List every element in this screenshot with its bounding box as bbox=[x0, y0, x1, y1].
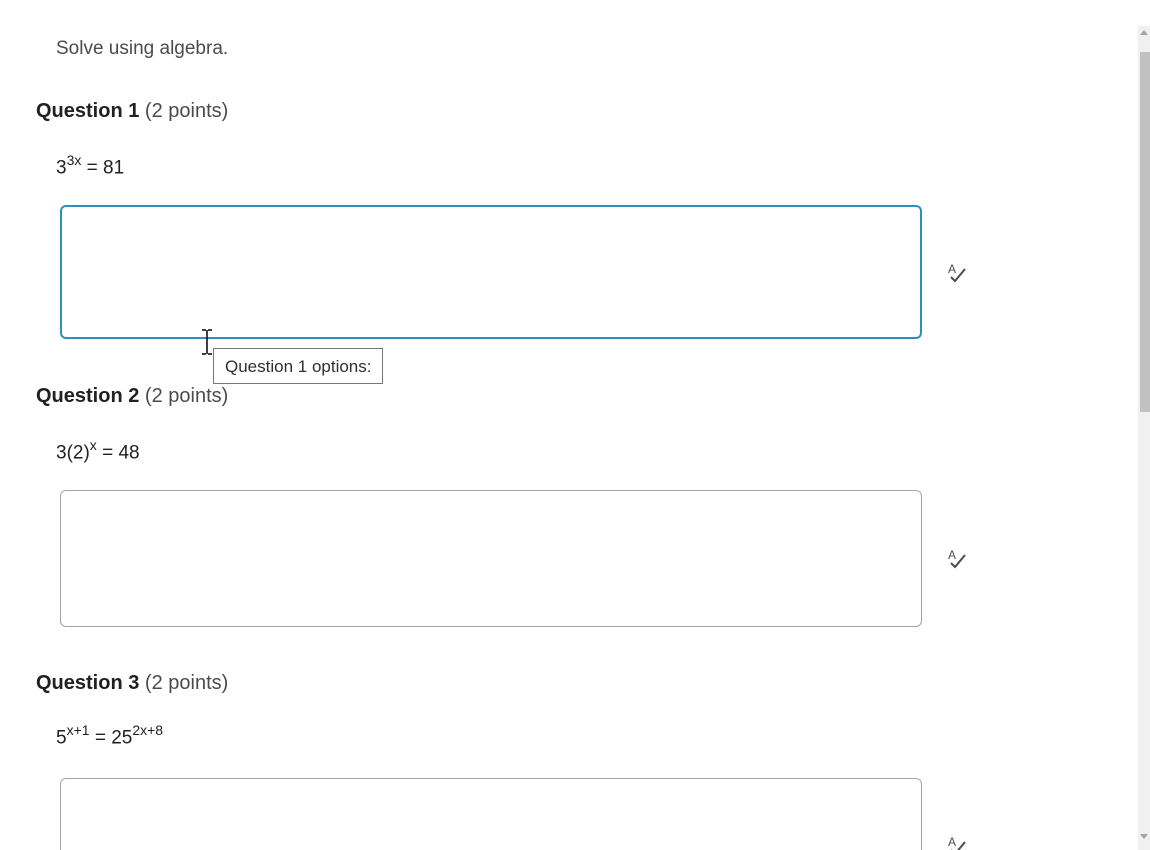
question-2-heading: Question 2 (2 points) bbox=[36, 385, 228, 408]
question-2-title: Question 2 bbox=[36, 385, 140, 407]
question-1-exponent: 3x bbox=[66, 152, 82, 168]
question-3-answer-input[interactable] bbox=[60, 778, 922, 850]
question-3-exponent-2: 2x+8 bbox=[132, 722, 164, 738]
scroll-up-arrow-icon[interactable] bbox=[1140, 30, 1148, 35]
question-2-rest: = 48 bbox=[96, 442, 140, 464]
question-1-base: 3 bbox=[56, 157, 67, 179]
spellcheck-icon[interactable]: A bbox=[946, 834, 970, 850]
question-3-equation: 5x+1 = 252x+8 bbox=[56, 722, 164, 749]
question-3-base: 5 bbox=[56, 727, 67, 749]
scroll-down-arrow-icon[interactable] bbox=[1140, 834, 1148, 839]
question-2-base: 3(2) bbox=[56, 442, 90, 464]
question-3-points: (2 points) bbox=[144, 672, 229, 694]
spellcheck-icon[interactable]: A bbox=[946, 547, 970, 571]
scrollbar-thumb[interactable] bbox=[1140, 52, 1150, 412]
svg-text:A: A bbox=[948, 548, 956, 562]
question-1-answer-input[interactable] bbox=[60, 205, 922, 339]
text-cursor-icon bbox=[202, 329, 212, 355]
spellcheck-icon[interactable]: A bbox=[946, 261, 970, 285]
question-1-equation: 33x = 81 bbox=[56, 152, 125, 179]
question-3-exponent: x+1 bbox=[66, 722, 90, 738]
question-2-answer-input[interactable] bbox=[60, 490, 922, 627]
instructions-text: Solve using algebra. bbox=[56, 38, 229, 59]
question-2-exponent: x bbox=[89, 437, 97, 453]
question-1-heading: Question 1 (2 points) bbox=[36, 100, 228, 123]
question-1-points: (2 points) bbox=[144, 100, 229, 122]
question-1-options-tooltip: Question 1 options: bbox=[213, 348, 384, 384]
question-2-equation: 3(2)x = 48 bbox=[56, 437, 140, 464]
quiz-page: Solve using algebra. Question 1 (2 point… bbox=[0, 0, 1150, 850]
question-3-heading: Question 3 (2 points) bbox=[36, 672, 228, 695]
svg-text:A: A bbox=[948, 835, 956, 849]
vertical-scrollbar[interactable] bbox=[1138, 26, 1150, 850]
question-1-rest: = 81 bbox=[81, 157, 125, 179]
question-3-title: Question 3 bbox=[36, 672, 140, 694]
question-2-points: (2 points) bbox=[144, 385, 229, 407]
svg-text:A: A bbox=[948, 262, 956, 276]
question-3-rest: = 25 bbox=[89, 727, 133, 749]
question-1-title: Question 1 bbox=[36, 100, 140, 122]
